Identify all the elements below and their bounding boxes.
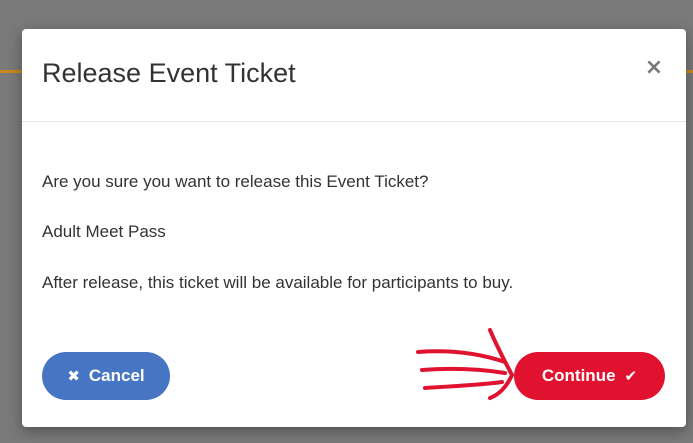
- close-icon: ×: [644, 55, 664, 80]
- continue-label: Continue: [541, 366, 616, 385]
- ticket-name: Adult Meet Pass: [42, 222, 166, 241]
- release-ticket-dialog: Release Event Ticket × Are you sure you …: [22, 29, 686, 427]
- dialog-title: Release Event Ticket: [42, 58, 296, 88]
- background-accent-line: [686, 70, 693, 73]
- release-note: After release, this ticket will be avail…: [42, 273, 514, 292]
- cancel-button[interactable]: ✖ Cancel: [42, 352, 170, 400]
- dialog-header: Release Event Ticket ×: [22, 29, 686, 122]
- confirmation-question: Are you sure you want to release this Ev…: [42, 172, 429, 191]
- close-button[interactable]: ×: [642, 55, 666, 81]
- continue-button[interactable]: Continue ✔: [514, 352, 665, 400]
- cancel-label: Cancel: [88, 366, 145, 385]
- times-icon: ✖: [67, 366, 80, 385]
- background-accent-line: [0, 70, 22, 73]
- check-icon: ✔: [624, 366, 638, 385]
